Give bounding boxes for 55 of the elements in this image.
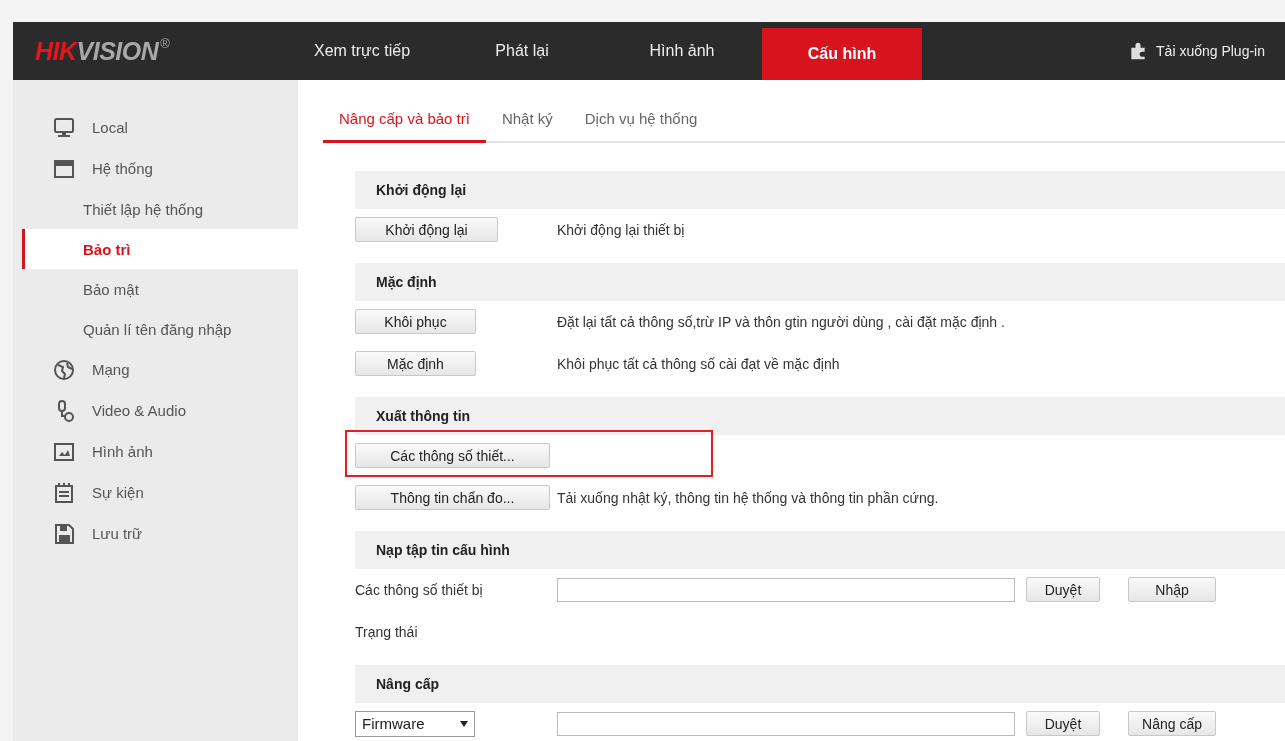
nav-tab[interactable]: Cấu hình: [762, 28, 922, 80]
sidebar-item-label: Local: [92, 119, 128, 136]
plugin-download-link[interactable]: Tải xuống Plug-in: [1156, 43, 1265, 59]
nav-tab[interactable]: Xem trực tiếp: [282, 22, 442, 80]
action-button[interactable]: Khởi động lại: [355, 217, 498, 242]
action-button[interactable]: Duyệt: [1026, 577, 1100, 602]
sidebar-item-icon: [52, 115, 76, 140]
field-label: Các thông số thiết bị: [355, 581, 484, 598]
sidebar-item[interactable]: Lưu trữ: [22, 513, 298, 554]
section-header: Xuất thông tin: [355, 397, 1285, 435]
sidebar-item-label: Hệ thống: [92, 160, 153, 177]
sidebar-item-label: Sự kiện: [92, 484, 144, 501]
nav-tab[interactable]: Hình ảnh: [602, 22, 762, 80]
tab[interactable]: Nâng cấp và bảo trì: [323, 98, 486, 143]
nav-tab[interactable]: Phát lại: [442, 22, 602, 80]
status-label: Trạng thái: [355, 623, 419, 640]
sidebar-item-label: Lưu trữ: [92, 525, 143, 542]
action-button[interactable]: Nhập: [1128, 577, 1216, 602]
sidebar-item[interactable]: Hình ảnh: [22, 431, 298, 472]
sidebar-item-label: Hình ảnh: [92, 443, 153, 460]
description-text: Khôi phục tất cả thông số cài đạt về mặc định: [557, 355, 840, 372]
sidebar-item[interactable]: Video & Audio: [22, 390, 298, 431]
sidebar-subitem[interactable]: Quản lí tên đăng nhập: [22, 309, 298, 349]
dropdown-caret-icon: [460, 720, 468, 727]
section-header: Nạp tập tin cấu hình: [355, 531, 1285, 569]
sidebar-subitem[interactable]: Bảo trì: [22, 229, 298, 269]
file-path-field[interactable]: [557, 711, 1015, 736]
sidebar-item-label: Mạng: [92, 361, 130, 378]
description-text: Khởi động lại thiết bị: [557, 221, 685, 238]
sidebar-item-icon: [52, 521, 76, 546]
sidebar-subitem[interactable]: Bảo mật: [22, 269, 298, 309]
description-text: Tải xuống nhật ký, thông tin hệ thống và thông tin phần cứng.: [557, 489, 939, 506]
sidebar-item-label: Video & Audio: [92, 402, 186, 419]
sidebar-item-icon: [52, 357, 76, 382]
section-header: Nâng cấp: [355, 665, 1285, 703]
file-path-field[interactable]: [557, 577, 1015, 602]
action-button[interactable]: Duyệt: [1026, 711, 1100, 736]
sidebar-item[interactable]: Hệ thống: [22, 148, 298, 189]
sidebar-item[interactable]: Mạng: [22, 349, 298, 390]
action-button[interactable]: Nâng cấp: [1128, 711, 1216, 736]
action-button[interactable]: Khôi phục: [355, 309, 476, 334]
action-button[interactable]: Mặc định: [355, 351, 476, 376]
action-button[interactable]: Các thông số thiết...: [355, 443, 550, 468]
sidebar-item-icon: [52, 480, 76, 505]
sidebar-item[interactable]: Local: [22, 107, 298, 148]
brand-logo: HIKVISION®: [34, 35, 171, 67]
action-button[interactable]: Thông tin chẩn đo...: [355, 485, 550, 510]
description-text: Đặt lại tất cả thông số,trừ IP và thôn gtin người dùng , cài đặt mặc định .: [557, 313, 1005, 330]
tab[interactable]: Dịch vụ hệ thống: [568, 98, 714, 143]
sidebar-item[interactable]: Sự kiện: [22, 472, 298, 513]
section-header: Khởi động lại: [355, 171, 1285, 209]
firmware-dropdown[interactable]: Firmware: [355, 710, 475, 737]
section-header: Mặc định: [355, 263, 1285, 301]
sidebar-subitem[interactable]: Thiết lập hệ thống: [22, 189, 298, 229]
tab[interactable]: Nhật ký: [485, 98, 569, 143]
